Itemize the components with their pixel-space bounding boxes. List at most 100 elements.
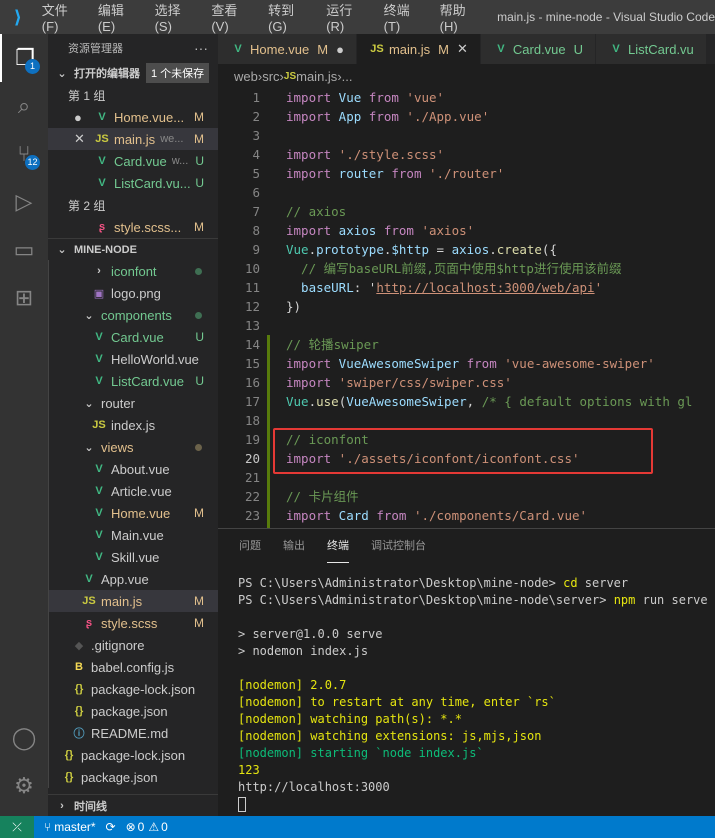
- file-item[interactable]: {} package.json: [49, 766, 218, 788]
- panel-tab[interactable]: 调试控制台: [371, 529, 426, 563]
- code-token: './App.vue': [398, 109, 490, 124]
- remote-explorer-icon[interactable]: ▭: [0, 226, 48, 274]
- code-token: baseURL: [286, 280, 354, 295]
- menu-item[interactable]: 查看(V): [211, 0, 254, 34]
- file-item[interactable]: V Card.vue U: [49, 326, 218, 348]
- open-editor-item[interactable]: ✕ JS main.js we... M: [48, 128, 218, 150]
- file-name: router: [101, 395, 135, 411]
- file-item[interactable]: JS index.js: [49, 414, 218, 436]
- panel-tab[interactable]: 输出: [283, 529, 305, 563]
- source-control-icon[interactable]: ⑂ 12: [0, 130, 48, 178]
- file-item[interactable]: V Main.vue: [49, 524, 218, 546]
- info-icon: ⓘ: [73, 728, 85, 740]
- terminal[interactable]: PS C:\Users\Administrator\Desktop\mine-n…: [218, 563, 715, 813]
- unsaved-dot-icon[interactable]: ●: [336, 42, 344, 57]
- folder-item[interactable]: ⌄ views: [49, 436, 218, 458]
- file-item[interactable]: V Skill.vue: [49, 546, 218, 568]
- file-item[interactable]: JS main.js M: [49, 590, 218, 612]
- file-item[interactable]: {} package-lock.json: [49, 678, 218, 700]
- code-token: .: [489, 242, 497, 257]
- menu-item[interactable]: 终端(T): [384, 0, 426, 34]
- project-header[interactable]: ⌄ MINE-NODE: [48, 238, 218, 260]
- terminal-cursor: [238, 797, 246, 812]
- open-editor-item[interactable]: ʂ style.scss... M: [48, 216, 218, 238]
- breadcrumb-item[interactable]: main.js: [296, 69, 337, 84]
- menu-item[interactable]: 运行(R): [326, 0, 369, 34]
- code-token: /* { default options with gl: [481, 394, 693, 409]
- file-item[interactable]: V Article.vue: [49, 480, 218, 502]
- unsaved-dot-icon[interactable]: ●: [74, 110, 94, 125]
- code-token: './router': [421, 166, 505, 181]
- file-item[interactable]: ⓘ README.md: [49, 722, 218, 744]
- terminal-line: [nodemon] to restart at any time, enter …: [238, 694, 715, 711]
- folder-item[interactable]: ⌄ components: [49, 304, 218, 326]
- code-token: import: [286, 109, 332, 124]
- line-number: 4: [252, 147, 260, 162]
- folder-item[interactable]: › iconfont: [49, 260, 218, 282]
- code-token: }): [286, 299, 302, 314]
- open-editor-item[interactable]: V Card.vue w... U: [48, 150, 218, 172]
- code-token: VueAwesomeSwiper: [346, 394, 467, 409]
- terminal-text: cd: [563, 576, 578, 590]
- file-name: Home.vue...: [114, 109, 185, 125]
- files-icon[interactable]: ❐ 1: [0, 34, 48, 82]
- warning-count[interactable]: 0: [161, 820, 168, 834]
- tab-home-vue[interactable]: V Home.vue M ●: [218, 34, 357, 64]
- folder-item[interactable]: ⌄ router: [49, 392, 218, 414]
- timeline-header[interactable]: › 时间线: [48, 794, 218, 816]
- vscode-logo-icon: ⟩: [13, 7, 23, 27]
- file-path: w...: [171, 155, 189, 167]
- open-editors-header[interactable]: ⌄ 打开的编辑器 1 个未保存: [48, 62, 218, 84]
- menu-item[interactable]: 选择(S): [155, 0, 198, 34]
- menu-item[interactable]: 文件(F): [42, 0, 84, 34]
- run-debug-icon[interactable]: ▷: [0, 178, 48, 226]
- file-item[interactable]: V HelloWorld.vue: [49, 348, 218, 370]
- terminal-text: PS C:\Users\Administrator\Desktop\mine-n…: [238, 593, 614, 607]
- remote-icon[interactable]: ⤫: [0, 816, 34, 838]
- file-item[interactable]: V Home.vue M: [49, 502, 218, 524]
- search-icon[interactable]: ⌕: [0, 82, 48, 130]
- panel-tab[interactable]: 终端: [327, 529, 349, 563]
- file-item[interactable]: V App.vue: [49, 568, 218, 590]
- account-icon[interactable]: ◯: [0, 714, 48, 762]
- tab-main-js[interactable]: JS main.js M ✕: [356, 34, 481, 64]
- file-item[interactable]: ◆ .gitignore: [49, 634, 218, 656]
- close-icon[interactable]: ✕: [74, 131, 94, 147]
- menu-item[interactable]: 编辑(E): [98, 0, 141, 34]
- code-token: : ': [353, 280, 377, 295]
- file-item[interactable]: {} package.json: [49, 700, 218, 722]
- code-editor[interactable]: 1 import Vue from 'vue' 2 import App from '…: [218, 88, 715, 528]
- sync-icon[interactable]: ⟳: [106, 820, 116, 834]
- breadcrumb-item[interactable]: ...: [342, 69, 353, 84]
- open-editor-item[interactable]: V ListCard.vu... U: [48, 172, 218, 194]
- file-name: style.scss...: [114, 219, 182, 235]
- menu-item[interactable]: 转到(G): [268, 0, 312, 34]
- tab-card-vue[interactable]: V Card.vue U: [480, 34, 597, 64]
- error-count[interactable]: 0: [138, 820, 145, 834]
- file-item[interactable]: Bbabel.config.js: [49, 656, 218, 678]
- terminal-cursor-line: [238, 796, 715, 813]
- file-item[interactable]: ▣ logo.png: [49, 282, 218, 304]
- terminal-text: [nodemon] watching path(s): *.*: [238, 712, 462, 726]
- close-icon[interactable]: ✕: [457, 41, 468, 57]
- file-item[interactable]: {} package-lock.json: [49, 744, 218, 766]
- line-number: 20: [244, 451, 260, 466]
- tab-listcard-vu[interactable]: V ListCard.vu: [596, 34, 707, 64]
- file-item[interactable]: V About.vue: [49, 458, 218, 480]
- extensions-icon[interactable]: ⊞: [0, 274, 48, 322]
- file-item[interactable]: ʂ style.scss M: [49, 612, 218, 634]
- breadcrumb-item[interactable]: web: [234, 69, 258, 84]
- code-line: 4 import './style.scss': [218, 145, 715, 164]
- open-editor-item[interactable]: ● V Home.vue... M: [48, 106, 218, 128]
- file-name: Card.vue: [114, 153, 167, 169]
- more-actions-button[interactable]: ···: [194, 40, 208, 56]
- git-branch[interactable]: master*: [54, 820, 95, 834]
- breadcrumb-item[interactable]: src: [262, 69, 279, 84]
- panel-tab[interactable]: 问题: [239, 529, 261, 563]
- menu-item[interactable]: 帮助(H): [440, 0, 483, 34]
- file-item[interactable]: V ListCard.vue U: [49, 370, 218, 392]
- settings-gear-icon[interactable]: ⚙: [0, 762, 48, 810]
- file-name: main.js: [101, 593, 143, 609]
- activity-bar: ❐ 1 ⌕ ⑂ 12 ▷ ▭ ⊞ ◯ ⚙: [0, 34, 48, 816]
